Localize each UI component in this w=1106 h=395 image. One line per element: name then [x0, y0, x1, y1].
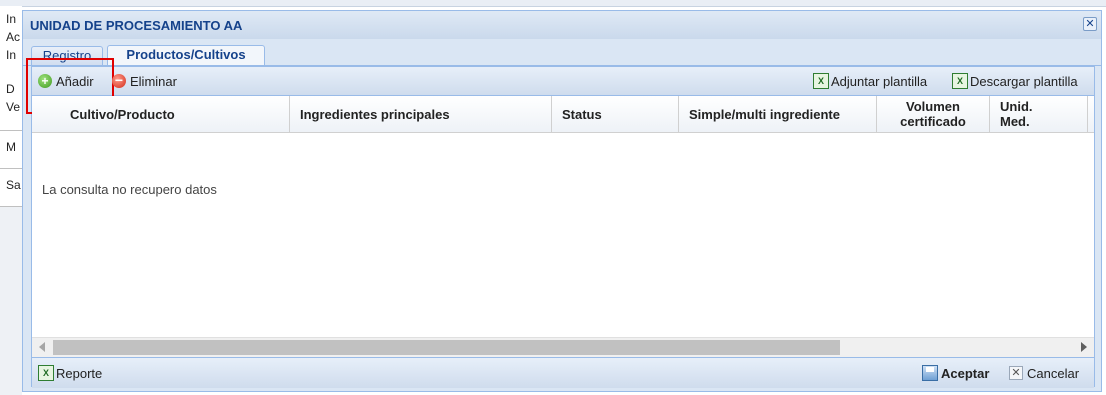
- column-label: Cultivo/Producto: [70, 106, 175, 122]
- processing-unit-dialog: UNIDAD DE PROCESAMIENTO AA ✕ Registro Pr…: [22, 10, 1102, 392]
- column-label: Simple/multi ingrediente: [689, 106, 840, 122]
- background-label: D: [6, 82, 15, 96]
- background-label: Ac: [6, 30, 21, 44]
- grid-toolbar: + Añadir − Eliminar X Adjuntar plantilla…: [26, 58, 1094, 114]
- close-icon: ✕: [1009, 366, 1023, 380]
- products-panel: + Añadir − Eliminar X Adjuntar plantilla…: [26, 58, 1095, 388]
- attach-template-button[interactable]: X Adjuntar plantilla: [813, 72, 927, 90]
- background-label: Ve: [6, 100, 21, 114]
- accept-button[interactable]: Aceptar: [922, 364, 989, 382]
- dialog-title: UNIDAD DE PROCESAMIENTO AA: [30, 18, 243, 33]
- excel-icon: X: [952, 73, 968, 89]
- delete-button-label: Eliminar: [130, 73, 177, 89]
- download-template-label: Descargar plantilla: [970, 73, 1078, 89]
- background-label: In: [6, 12, 17, 26]
- accept-button-label: Aceptar: [941, 365, 990, 381]
- background-label: M: [6, 140, 16, 154]
- column-header-status[interactable]: Status: [552, 96, 679, 132]
- tab-label: Productos/Cultivos: [126, 47, 246, 62]
- scroll-left-arrow-icon[interactable]: [39, 342, 45, 352]
- scrollbar-thumb[interactable]: [53, 340, 840, 355]
- add-button[interactable]: + Añadir: [26, 58, 114, 114]
- tab-strip: Registro Productos/Cultivos: [23, 39, 1101, 66]
- background-label: Sa: [6, 178, 21, 192]
- column-header-simple-multi[interactable]: Simple/multi ingrediente: [679, 96, 877, 132]
- cancel-button-label: Cancelar: [1027, 365, 1080, 381]
- background-panel: [0, 206, 22, 395]
- dialog-titlebar: UNIDAD DE PROCESAMIENTO AA ✕: [23, 11, 1101, 39]
- background-label: In: [6, 48, 17, 62]
- remove-circle-icon: −: [112, 73, 126, 88]
- scroll-right-arrow-icon[interactable]: [1081, 342, 1087, 352]
- delete-button[interactable]: − Eliminar: [112, 72, 177, 90]
- horizontal-scrollbar[interactable]: [32, 337, 1094, 357]
- background-divider: [0, 168, 22, 169]
- column-label: Status: [562, 106, 602, 122]
- download-template-button[interactable]: X Descargar plantilla: [952, 72, 1078, 90]
- background-divider: [0, 130, 22, 131]
- column-label: Unid. Med.: [1000, 99, 1033, 129]
- floppy-disk-icon: [922, 365, 938, 381]
- empty-grid-message: La consulta no recupero datos: [42, 182, 217, 197]
- excel-icon: X: [813, 73, 829, 89]
- grid-header: Cultivo/Producto Ingredientes principale…: [32, 96, 1094, 133]
- close-icon: ✕: [1085, 18, 1095, 30]
- cancel-button[interactable]: ✕ Cancelar: [1009, 364, 1079, 382]
- column-label: Volumen certificado: [900, 99, 966, 129]
- close-dialog-button[interactable]: ✕: [1083, 17, 1097, 31]
- attach-template-label: Adjuntar plantilla: [831, 73, 928, 89]
- column-header-cultivo[interactable]: Cultivo/Producto: [32, 96, 290, 132]
- column-header-volumen[interactable]: Volumen certificado: [877, 96, 990, 132]
- column-header-ingredientes[interactable]: Ingredientes principales: [290, 96, 552, 132]
- excel-icon: X: [38, 365, 54, 381]
- report-button-label: Reporte: [56, 365, 103, 381]
- column-header-unid-med[interactable]: Unid. Med.: [990, 96, 1088, 132]
- column-label: Ingredientes principales: [300, 106, 450, 122]
- report-button[interactable]: X Reporte: [38, 364, 102, 382]
- dialog-footer: X Reporte Aceptar ✕ Cancelar: [32, 357, 1094, 388]
- tab-productos-cultivos[interactable]: Productos/Cultivos: [107, 45, 265, 65]
- background-topbar: [0, 0, 1106, 7]
